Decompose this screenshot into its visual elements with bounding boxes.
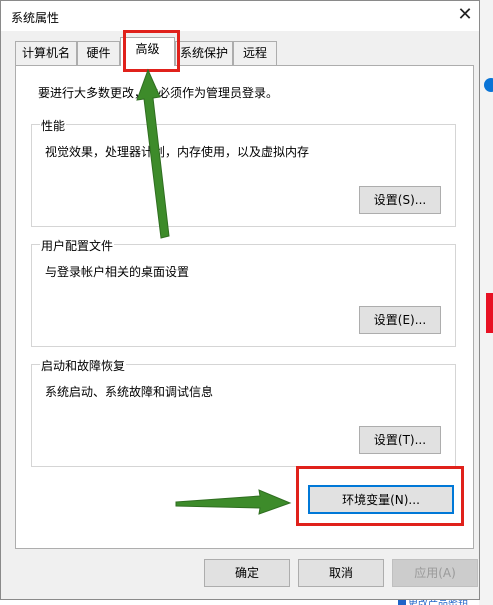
tab-computer-name[interactable]: 计算机名 <box>15 41 77 65</box>
tab-remote[interactable]: 远程 <box>233 41 277 65</box>
ok-button[interactable]: 确定 <box>204 559 290 587</box>
user-profiles-group: 用户配置文件 与登录帐户相关的桌面设置 设置(E)... <box>31 237 456 347</box>
cancel-button[interactable]: 取消 <box>298 559 384 587</box>
user-profiles-settings-button[interactable]: 设置(E)... <box>359 306 441 334</box>
tab-advanced[interactable]: 高级 <box>120 37 175 66</box>
performance-description: 视觉效果，处理器计划，内存使用，以及虚拟内存 <box>45 145 310 159</box>
tab-system-protection[interactable]: 系统保护 <box>175 41 233 65</box>
admin-notice: 要进行大多数更改，你必须作为管理员登录。 <box>38 86 279 100</box>
advanced-tab-panel: 要进行大多数更改，你必须作为管理员登录。 性能 视觉效果，处理器计划，内存使用，… <box>15 65 474 549</box>
performance-settings-button[interactable]: 设置(S)... <box>359 186 441 214</box>
performance-group-title: 性能 <box>40 117 67 134</box>
title-bar: 系统属性 ✕ <box>1 1 479 31</box>
performance-group: 性能 视觉效果，处理器计划，内存使用，以及虚拟内存 设置(S)... <box>31 117 456 227</box>
info-icon <box>484 78 493 92</box>
startup-recovery-group: 启动和故障恢复 系统启动、系统故障和调试信息 设置(T)... <box>31 357 456 467</box>
tab-hardware[interactable]: 硬件 <box>77 41 120 65</box>
system-properties-dialog: 系统属性 ✕ 计算机名 硬件 高级 系统保护 远程 要进行大多数更改，你必须作为… <box>0 0 480 600</box>
user-profiles-description: 与登录帐户相关的桌面设置 <box>45 265 190 279</box>
apply-button: 应用(A) <box>392 559 478 587</box>
window-title: 系统属性 <box>11 11 60 25</box>
startup-recovery-group-title: 启动和故障恢复 <box>40 357 127 374</box>
close-icon[interactable]: ✕ <box>453 3 477 27</box>
user-profiles-group-title: 用户配置文件 <box>40 237 115 254</box>
environment-variables-button[interactable]: 环境变量(N)... <box>308 485 454 514</box>
startup-recovery-settings-button[interactable]: 设置(T)... <box>359 426 441 454</box>
startup-recovery-description: 系统启动、系统故障和调试信息 <box>45 385 214 399</box>
background-red-bar <box>486 293 493 333</box>
